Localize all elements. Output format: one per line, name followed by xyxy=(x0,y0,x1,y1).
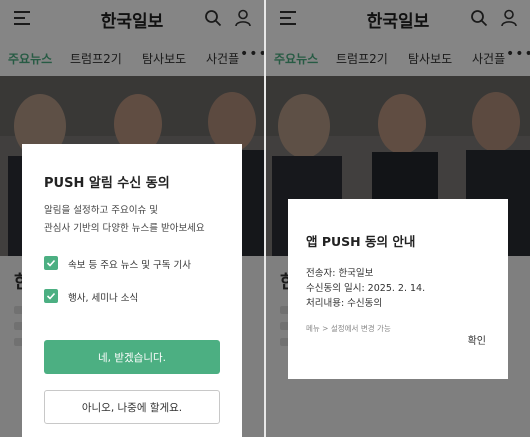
confirm-button[interactable]: 확인 xyxy=(468,332,486,347)
option-label: 속보 등 주요 뉴스 및 구독 기사 xyxy=(68,260,191,271)
sender-info: 전송자: 한국일보 xyxy=(306,268,374,279)
check-icon xyxy=(46,292,56,300)
push-info-dialog: 앱 PUSH 동의 안내 전송자: 한국일보 수신동의 일시: 2025. 2.… xyxy=(288,199,508,379)
dialog-title: PUSH 알림 수신 동의 xyxy=(44,176,170,191)
option-label: 행사, 세미나 소식 xyxy=(68,293,139,304)
settings-note: 메뉴 > 설정에서 변경 가능 xyxy=(306,324,391,333)
accept-button[interactable]: 네, 받겠습니다. xyxy=(44,340,220,374)
consent-date: 수신동의 일시: 2025. 2. 14. xyxy=(306,283,426,294)
check-icon xyxy=(46,259,56,267)
left-screen: 한국일보 주요뉴스 트럼프2기 탐사보도 사건플 ••• 한 xyxy=(0,0,264,437)
decline-button[interactable]: 아니오, 나중에 할게요. xyxy=(44,390,220,424)
checkbox-checked[interactable] xyxy=(44,256,58,270)
dialog-description: 알림을 설정하고 주요이슈 및 관심사 기반의 다양한 뉴스를 받아보세요 xyxy=(44,205,205,234)
checkbox-checked[interactable] xyxy=(44,289,58,303)
process-result: 처리내용: 수신동의 xyxy=(306,298,383,309)
dialog-title: 앱 PUSH 동의 안내 xyxy=(306,234,416,249)
push-consent-dialog: PUSH 알림 수신 동의 알림을 설정하고 주요이슈 및 관심사 기반의 다양… xyxy=(22,144,242,437)
right-screen: 한국일보 주요뉴스 트럼프2기 탐사보도 사건플 ••• 한 xyxy=(266,0,530,437)
